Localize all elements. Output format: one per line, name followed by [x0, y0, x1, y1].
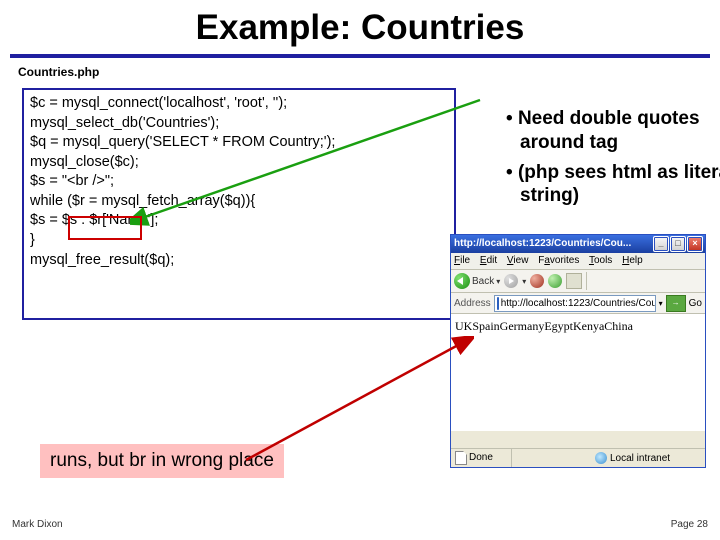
- forward-dropdown-icon[interactable]: ▾: [522, 277, 526, 286]
- toolbar-separator: [586, 272, 587, 290]
- browser-status-bar: Done Local intranet: [451, 448, 705, 467]
- code-line: mysql_close($c);: [30, 153, 448, 173]
- menu-edit[interactable]: Edit: [480, 255, 497, 266]
- browser-address-bar: Address http://localhost:1223/Countries/…: [451, 293, 705, 314]
- footer-page: Page 28: [671, 519, 708, 530]
- page-output: UKSpainGermanyEgyptKenyaChina: [451, 315, 705, 338]
- stop-button[interactable]: [530, 274, 544, 288]
- minimize-button[interactable]: _: [653, 236, 669, 252]
- bullet-item: (php sees html as literal string): [506, 161, 720, 209]
- code-box: $c = mysql_connect('localhost', 'root', …: [22, 88, 456, 320]
- maximize-button[interactable]: □: [670, 236, 686, 252]
- browser-titlebar: http://localhost:1223/Countries/Cou... _…: [451, 235, 705, 253]
- go-button[interactable]: →: [666, 295, 686, 312]
- footer-author: Mark Dixon: [12, 519, 63, 530]
- address-dropdown-icon[interactable]: ▾: [659, 299, 663, 308]
- forward-button[interactable]: [504, 274, 518, 288]
- code-line: $q = mysql_query('SELECT * FROM Country;…: [30, 133, 448, 153]
- go-label: Go: [689, 298, 702, 309]
- menu-file[interactable]: File: [454, 255, 470, 266]
- refresh-button[interactable]: [548, 274, 562, 288]
- document-icon: [455, 451, 467, 465]
- slide-title: Example: Countries: [0, 0, 720, 48]
- highlight-box: [68, 216, 142, 240]
- code-line: $c = mysql_connect('localhost', 'root', …: [30, 94, 448, 114]
- code-line: mysql_free_result($q);: [30, 251, 448, 271]
- code-line: $s = "<br />";: [30, 172, 448, 192]
- menu-help[interactable]: Help: [622, 255, 643, 266]
- browser-window: http://localhost:1223/Countries/Cou... _…: [450, 234, 706, 468]
- title-divider: [10, 54, 710, 58]
- filename-label: Countries.php: [18, 66, 98, 79]
- close-button[interactable]: ×: [687, 236, 703, 252]
- runs-caption: runs, but br in wrong place: [40, 444, 284, 478]
- intranet-icon: [595, 452, 607, 464]
- status-done: Done: [451, 449, 512, 467]
- code-line: while ($r = mysql_fetch_array($q)){: [30, 192, 448, 212]
- status-zone: Local intranet: [592, 452, 705, 464]
- menu-tools[interactable]: Tools: [589, 255, 612, 266]
- browser-content: UKSpainGermanyEgyptKenyaChina: [451, 314, 705, 431]
- address-url: http://localhost:1223/Countries/Countri: [501, 296, 656, 311]
- back-icon: [454, 273, 470, 289]
- bullet-item: Need double quotes around tag: [506, 107, 720, 155]
- browser-title: http://localhost:1223/Countries/Cou...: [454, 238, 631, 249]
- slide: Example: Countries Countries.php $c = my…: [0, 0, 720, 540]
- code-line: mysql_select_db('Countries');: [30, 114, 448, 134]
- ie-page-icon: [497, 297, 499, 310]
- browser-menubar: File Edit View Favorites Tools Help: [451, 253, 705, 270]
- menu-view[interactable]: View: [507, 255, 529, 266]
- address-label: Address: [454, 298, 491, 309]
- back-button[interactable]: Back▾: [454, 273, 500, 289]
- home-button[interactable]: [566, 273, 582, 289]
- address-field[interactable]: http://localhost:1223/Countries/Countri: [494, 295, 656, 312]
- menu-favorites[interactable]: Favorites: [538, 255, 579, 266]
- browser-toolbar: Back▾ ▾: [451, 270, 705, 293]
- bullet-list: Need double quotes around tag (php sees …: [466, 107, 720, 214]
